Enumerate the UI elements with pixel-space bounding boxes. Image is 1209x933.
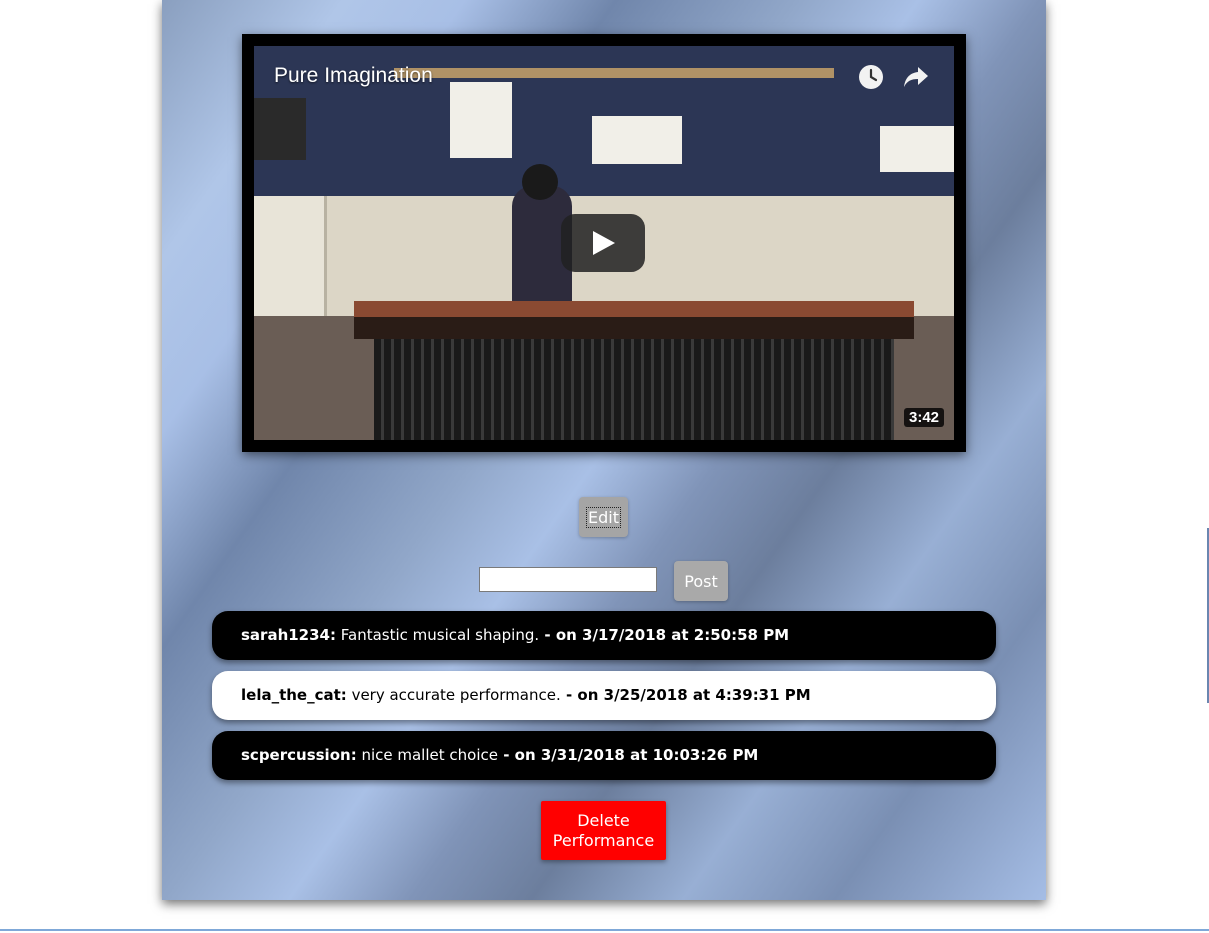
comment-timestamp: - on 3/17/2018 at 2:50:58 PM <box>539 626 790 644</box>
page-bottom-border <box>0 929 1209 931</box>
comment-timestamp: - on 3/25/2018 at 4:39:31 PM <box>560 686 811 704</box>
thumbnail-poster <box>450 82 512 158</box>
delete-performance-button[interactable]: Delete Performance <box>541 801 666 860</box>
play-icon <box>593 231 615 255</box>
comment-user: lela_the_cat <box>241 686 341 704</box>
thumbnail-poster <box>254 98 306 160</box>
thumbnail-marimba-bars <box>354 301 914 317</box>
clock-icon[interactable] <box>858 64 884 90</box>
comment-user: scpercussion <box>241 746 351 764</box>
comment-item: sarah1234: Fantastic musical shaping. - … <box>212 611 996 660</box>
comment-item: scpercussion: nice mallet choice - on 3/… <box>212 731 996 780</box>
post-button[interactable]: Post <box>674 561 728 601</box>
edit-button-label: Edit <box>586 506 621 528</box>
comment-item: lela_the_cat: very accurate performance.… <box>212 671 996 720</box>
thumbnail-poster <box>880 126 954 172</box>
thumbnail-marimba-resonators <box>374 339 894 440</box>
thumbnail-marimba-frame <box>354 317 914 339</box>
comment-text: very accurate performance. <box>346 686 561 704</box>
performance-panel: Pure Imagination 3:42 Edit Post sarah123… <box>162 0 1046 900</box>
comment-text: Fantastic musical shaping. <box>336 626 540 644</box>
video-thumbnail[interactable]: Pure Imagination 3:42 <box>254 46 954 440</box>
thumbnail-poster <box>592 116 682 164</box>
video-duration: 3:42 <box>904 408 945 427</box>
video-player[interactable]: Pure Imagination 3:42 <box>242 34 966 452</box>
comment-timestamp: - on 3/31/2018 at 10:03:26 PM <box>497 746 759 764</box>
thumbnail-performer-head <box>522 164 558 200</box>
comment-user: sarah1234 <box>241 626 330 644</box>
comment-text: nice mallet choice <box>356 746 498 764</box>
video-title[interactable]: Pure Imagination <box>274 64 433 88</box>
edit-button[interactable]: Edit <box>579 497 628 537</box>
thumbnail-door <box>254 196 327 336</box>
share-icon[interactable] <box>902 64 930 90</box>
thumbnail-shelf <box>394 68 834 78</box>
play-button[interactable] <box>561 214 645 272</box>
comment-input[interactable] <box>479 567 657 592</box>
